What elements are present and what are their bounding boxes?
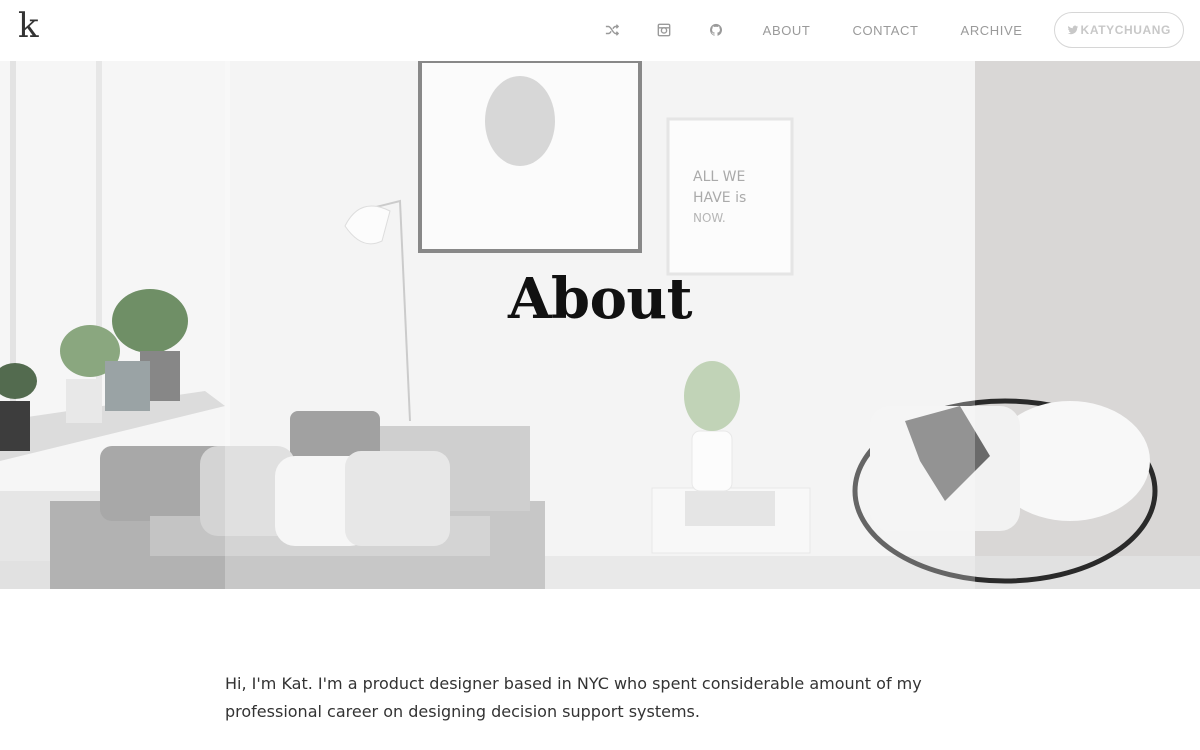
twitter-follow-button[interactable]: KATYCHUANG xyxy=(1053,12,1184,48)
intro-paragraph: Hi, I'm Kat. I'm a product designer base… xyxy=(225,674,922,721)
site-logo[interactable]: k xyxy=(18,4,39,48)
main-nav: ABOUT CONTACT ARCHIVE KATYCHUANG xyxy=(586,12,1184,48)
top-navigation-bar: k ABOUT CONTACT ARCHIVE KATYCHUANG xyxy=(0,0,1200,60)
nav-link-archive[interactable]: ARCHIVE xyxy=(961,23,1023,38)
shuffle-icon[interactable] xyxy=(604,22,620,38)
github-icon[interactable] xyxy=(708,22,724,38)
twitter-icon xyxy=(1067,25,1078,35)
twitter-handle: KATYCHUANG xyxy=(1080,23,1171,37)
page-title: About xyxy=(507,266,693,332)
about-content: Hi, I'm Kat. I'm a product designer base… xyxy=(225,670,985,726)
hero-banner: ALL WE HAVE is NOW. About xyxy=(0,61,1200,589)
nav-link-contact[interactable]: CONTACT xyxy=(852,23,918,38)
instagram-icon[interactable] xyxy=(656,22,672,38)
nav-link-about[interactable]: ABOUT xyxy=(763,23,811,38)
